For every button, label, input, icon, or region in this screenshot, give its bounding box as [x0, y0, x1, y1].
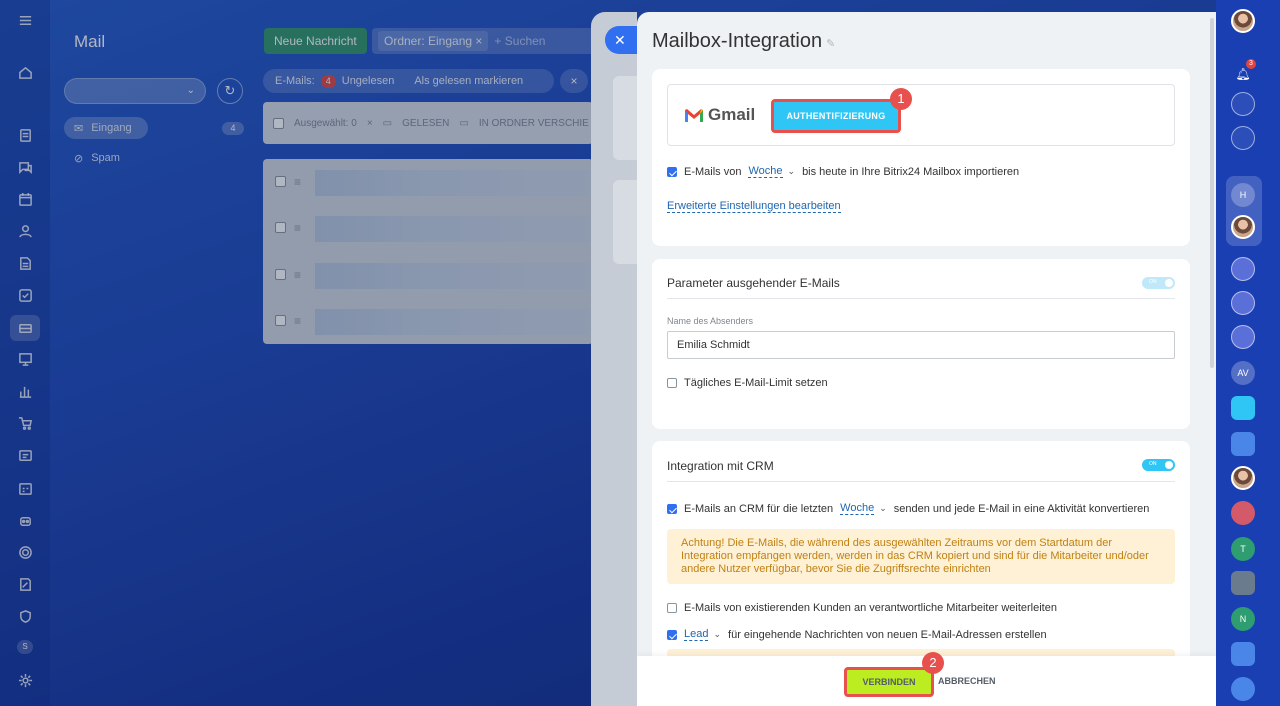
openline-icon[interactable] [1231, 291, 1255, 315]
page-title: Mailbox-Integration ✎ [652, 30, 835, 53]
advanced-settings-link[interactable]: Erweiterte Einstellungen bearbeiten [667, 200, 841, 213]
gmail-logo: Gmail [684, 105, 755, 125]
contact-avatar[interactable]: T [1231, 537, 1255, 561]
card-icon[interactable] [1231, 432, 1255, 456]
section-title: Parameter ausgehender E-Mails [667, 276, 840, 290]
divider [667, 481, 1175, 482]
import-suffix: bis heute in Ihre Bitrix24 Mailbox impor… [802, 165, 1020, 178]
crm-prefix: E-Mails an CRM für die letzten [684, 502, 834, 515]
chevron-down-icon[interactable]: ⌄ [879, 503, 887, 514]
chevron-down-icon[interactable]: ⌄ [713, 629, 721, 640]
forward-checkbox[interactable] [667, 603, 677, 613]
close-icon: ✕ [614, 32, 626, 48]
title-text: Mailbox-Integration [652, 30, 823, 52]
search-icon[interactable] [1231, 126, 1255, 150]
group-icon[interactable] [1231, 642, 1255, 666]
import-checkbox[interactable] [667, 166, 677, 177]
gmail-label: Gmail [708, 105, 756, 124]
sender-name-field[interactable]: Emilia Schmidt [667, 331, 1175, 359]
lock-icon[interactable] [1231, 677, 1255, 701]
lead-suffix: für eingehende Nachrichten von neuen E-M… [728, 628, 1047, 641]
openline-icon[interactable] [1231, 325, 1255, 349]
limit-row: Tägliches E-Mail-Limit setzen [667, 377, 828, 389]
limit-label: Tägliches E-Mail-Limit setzen [684, 377, 828, 389]
lock-icon[interactable] [1231, 501, 1255, 525]
pulse-icon[interactable] [1231, 92, 1255, 116]
step-marker-1: 1 [890, 88, 912, 110]
crm-warning: Achtung! Die E-Mails, die während des au… [667, 529, 1175, 584]
toggle-label: ON [1149, 461, 1157, 467]
cancel-button[interactable]: ABBRECHEN [938, 676, 996, 686]
scrollbar[interactable] [1210, 18, 1214, 368]
crm-panel: Integration mit CRM ON E-Mails an CRM fü… [652, 441, 1190, 671]
section-title: Integration mit CRM [667, 459, 774, 473]
import-period-select[interactable]: Woche [748, 165, 783, 178]
forward-row: E-Mails von existierenden Kunden an vera… [667, 602, 1057, 614]
limit-checkbox[interactable] [667, 378, 677, 388]
toggle-label: ON [1149, 279, 1157, 285]
chat-icon[interactable] [1231, 396, 1255, 420]
divider [667, 298, 1175, 299]
outgoing-panel: Parameter ausgehender E-Mails ON Name de… [652, 259, 1190, 429]
chevron-down-icon[interactable]: ⌄ [788, 166, 796, 177]
contact-avatar[interactable]: H [1231, 183, 1255, 207]
mailbox-integration-slider: Mailbox-Integration ✎ Gmail AUTHENTIFIZIE… [637, 12, 1216, 706]
lead-select[interactable]: Lead [684, 628, 709, 641]
connect-button[interactable]: VERBINDEN [844, 667, 934, 697]
step-marker-2: 2 [922, 652, 944, 674]
openline-icon[interactable] [1231, 257, 1255, 281]
gmail-icon [685, 109, 703, 122]
sender-label: Name des Absenders [667, 316, 754, 326]
gmail-box: Gmail AUTHENTIFIZIERUNG 1 [667, 84, 1175, 146]
background-card [613, 180, 637, 264]
authenticate-button[interactable]: AUTHENTIFIZIERUNG [771, 99, 901, 133]
user-avatar[interactable] [1231, 9, 1255, 33]
lead-row: Lead ⌄ für eingehende Nachrichten von neu… [667, 628, 1047, 641]
forward-label: E-Mails von existierenden Kunden an vera… [684, 602, 1057, 614]
provider-panel: Gmail AUTHENTIFIZIERUNG 1 E-Mails von Wo… [652, 69, 1190, 246]
contact-avatar[interactable] [1231, 466, 1255, 490]
import-prefix: E-Mails von [684, 165, 742, 178]
background-slider [591, 12, 637, 706]
crm-suffix: senden und jede E-Mail in eine Aktivität… [893, 502, 1150, 515]
crm-toggle[interactable]: ON [1142, 459, 1175, 471]
contact-avatar[interactable] [1231, 215, 1255, 239]
background-card [613, 76, 637, 160]
slider-footer: VERBINDEN 2 ABBRECHEN [637, 652, 1216, 706]
crm-period-select[interactable]: Woche [840, 502, 875, 515]
notification-badge: 3 [1246, 59, 1256, 69]
edit-icon[interactable]: ✎ [826, 38, 835, 50]
contact-avatar[interactable]: N [1231, 607, 1255, 631]
crm-period-row: E-Mails an CRM für die letzten Woche ⌄ se… [667, 502, 1149, 515]
close-slider-button[interactable]: ✕ [605, 26, 641, 54]
lead-checkbox[interactable] [667, 629, 677, 640]
contact-avatar[interactable]: AV [1231, 361, 1255, 385]
crm-checkbox[interactable] [667, 503, 677, 514]
checklist-icon[interactable] [1231, 571, 1255, 595]
import-row: E-Mails von Woche ⌄ bis heute in Ihre Bit… [667, 165, 1019, 178]
outgoing-toggle[interactable]: ON [1142, 277, 1175, 289]
